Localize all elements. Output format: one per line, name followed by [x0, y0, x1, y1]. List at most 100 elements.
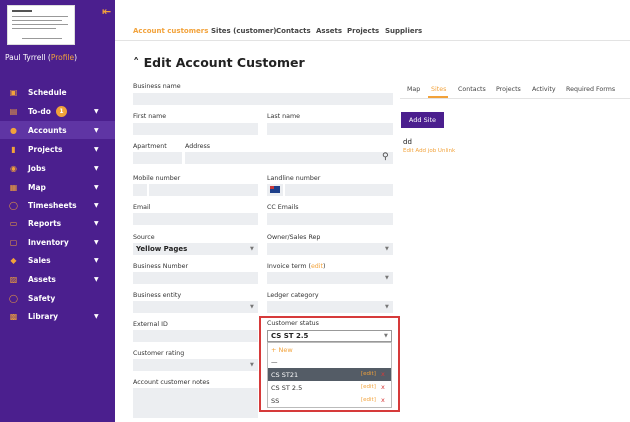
- chevron-down-icon: ▼: [250, 362, 254, 368]
- sidebar-item-todo[interactable]: ▤ To-do 1 ▼: [0, 102, 115, 120]
- tab-contacts[interactable]: Contacts: [458, 86, 486, 93]
- tab-account-customers[interactable]: Account customers: [133, 27, 208, 35]
- address-field[interactable]: [185, 152, 393, 164]
- dropdown-blank-option[interactable]: —: [268, 355, 391, 368]
- chevron-down-icon[interactable]: ▼: [94, 276, 99, 283]
- business-number-field[interactable]: [133, 272, 258, 284]
- tab-projects[interactable]: Projects: [347, 27, 379, 35]
- sidebar-item-sales[interactable]: ◆ Sales ▼: [0, 251, 115, 269]
- invoice-term-select[interactable]: ▼: [267, 272, 393, 284]
- external-id-field[interactable]: [133, 330, 258, 342]
- sidebar-item-schedule[interactable]: ▣ Schedule: [0, 83, 115, 101]
- sidebar-item-projects[interactable]: ▮ Projects ▼: [0, 140, 115, 158]
- add-site-button[interactable]: Add Site: [401, 112, 444, 128]
- external-id-label: External ID: [133, 321, 168, 328]
- chevron-down-icon[interactable]: ▼: [94, 202, 99, 209]
- business-entity-select[interactable]: ▼: [133, 301, 258, 313]
- sidebar-item-reports[interactable]: ▭ Reports ▼: [0, 214, 115, 232]
- delete-option-icon[interactable]: x: [381, 383, 385, 391]
- dropdown-option-cs-st21[interactable]: CS ST21 [edit] x: [268, 368, 391, 381]
- apartment-field[interactable]: [133, 152, 182, 164]
- sidebar-item-assets[interactable]: ▨ Assets ▼: [0, 270, 115, 288]
- tab-suppliers[interactable]: Suppliers: [385, 27, 422, 35]
- customer-status-dropdown: + New — CS ST21 [edit] x CS ST 2.5 [edit…: [267, 342, 392, 408]
- assets-icon: ▨: [9, 274, 18, 284]
- invoice-term-edit-link[interactable]: edit: [311, 263, 323, 270]
- search-icon[interactable]: ⚲: [382, 152, 389, 162]
- sidebar-item-timesheets[interactable]: ◯ Timesheets ▼: [0, 196, 115, 214]
- sidebar-item-accounts[interactable]: ● Accounts ▼: [0, 121, 115, 139]
- sidebar-item-inventory[interactable]: ▢ Inventory ▼: [0, 233, 115, 251]
- cc-emails-field[interactable]: [267, 213, 393, 225]
- customer-status-value: CS ST 2.5: [271, 332, 309, 340]
- sidebar-item-jobs[interactable]: ◉ Jobs ▼: [0, 159, 115, 177]
- tab-sites-customer[interactable]: Sites (customer): [211, 27, 277, 35]
- last-name-label: Last name: [267, 113, 300, 120]
- business-name-field[interactable]: [133, 93, 393, 105]
- todo-count-badge: 1: [56, 105, 67, 117]
- last-name-field[interactable]: [267, 123, 393, 135]
- sidebar-item-safety[interactable]: ◯ Safety: [0, 289, 115, 307]
- owner-sales-rep-select[interactable]: ▼: [267, 243, 393, 255]
- tab-sites[interactable]: Sites: [431, 86, 446, 93]
- dropdown-option-cs-st-2-5[interactable]: CS ST 2.5 [edit] x: [268, 381, 391, 394]
- site-actions[interactable]: Edit Add job Unlink: [403, 148, 455, 154]
- chevron-down-icon[interactable]: ▼: [94, 146, 99, 153]
- tab-contacts[interactable]: Contacts: [276, 27, 311, 35]
- business-name-label: Business name: [133, 83, 181, 90]
- landline-number-field[interactable]: [285, 184, 393, 196]
- apartment-label: Apartment: [133, 143, 167, 150]
- company-logo: [7, 5, 75, 45]
- ledger-category-label: Ledger category: [267, 292, 319, 299]
- business-number-label: Business Number: [133, 263, 189, 270]
- chevron-up-icon[interactable]: ˄: [133, 55, 139, 70]
- ledger-category-select[interactable]: ▼: [267, 301, 393, 313]
- tab-assets[interactable]: Assets: [316, 27, 342, 35]
- account-customer-notes-label: Account customer notes: [133, 379, 210, 386]
- delete-option-icon[interactable]: x: [381, 396, 385, 404]
- delete-option-icon[interactable]: x: [381, 370, 385, 378]
- tag-icon: ◆: [10, 255, 17, 265]
- landline-country-code[interactable]: [267, 184, 283, 196]
- tab-required-forms[interactable]: Required Forms: [566, 86, 615, 93]
- divider: [400, 98, 630, 99]
- sidebar-item-map[interactable]: ▦ Map ▼: [0, 178, 115, 196]
- chevron-down-icon[interactable]: ▼: [94, 313, 99, 320]
- chevron-down-icon[interactable]: ▼: [94, 220, 99, 227]
- customer-status-select[interactable]: CS ST 2.5 ▼: [267, 330, 392, 342]
- profile-link[interactable]: Profile: [51, 53, 74, 62]
- landline-number-label: Landline number: [267, 175, 321, 182]
- account-customer-notes-field[interactable]: [133, 388, 258, 418]
- pin-icon: ◉: [10, 163, 17, 173]
- customer-status-label: Customer status: [267, 320, 319, 327]
- first-name-field[interactable]: [133, 123, 258, 135]
- chevron-down-icon[interactable]: ▼: [94, 239, 99, 246]
- australia-flag-icon: [270, 186, 280, 193]
- tab-activity[interactable]: Activity: [532, 86, 556, 93]
- site-name: dd: [403, 138, 412, 146]
- chevron-down-icon: ▼: [384, 333, 388, 339]
- source-label: Source: [133, 234, 155, 241]
- dropdown-option-ss[interactable]: SS [edit] x: [268, 394, 391, 407]
- address-label: Address: [185, 143, 211, 150]
- mobile-country-code[interactable]: [133, 184, 147, 196]
- edit-option-link[interactable]: [edit]: [361, 397, 376, 403]
- edit-option-link[interactable]: [edit]: [361, 384, 376, 390]
- customer-rating-select[interactable]: ▼: [133, 359, 258, 371]
- collapse-sidebar-icon[interactable]: ⇤: [102, 5, 111, 18]
- clock-icon: ◯: [9, 200, 18, 210]
- source-value: Yellow Pages: [136, 245, 188, 253]
- mobile-number-field[interactable]: [149, 184, 258, 196]
- tab-projects[interactable]: Projects: [496, 86, 521, 93]
- chevron-down-icon[interactable]: ▼: [94, 127, 99, 134]
- chevron-down-icon[interactable]: ▼: [94, 184, 99, 191]
- tab-map[interactable]: Map: [407, 86, 420, 93]
- edit-option-link[interactable]: [edit]: [361, 371, 376, 377]
- chevron-down-icon[interactable]: ▼: [94, 108, 99, 115]
- email-field[interactable]: [133, 213, 258, 225]
- chevron-down-icon: ▼: [250, 304, 254, 310]
- sidebar-item-library[interactable]: ▩ Library ▼: [0, 307, 115, 325]
- source-select[interactable]: Yellow Pages ▼: [133, 243, 258, 255]
- chevron-down-icon[interactable]: ▼: [94, 257, 99, 264]
- chevron-down-icon[interactable]: ▼: [94, 165, 99, 172]
